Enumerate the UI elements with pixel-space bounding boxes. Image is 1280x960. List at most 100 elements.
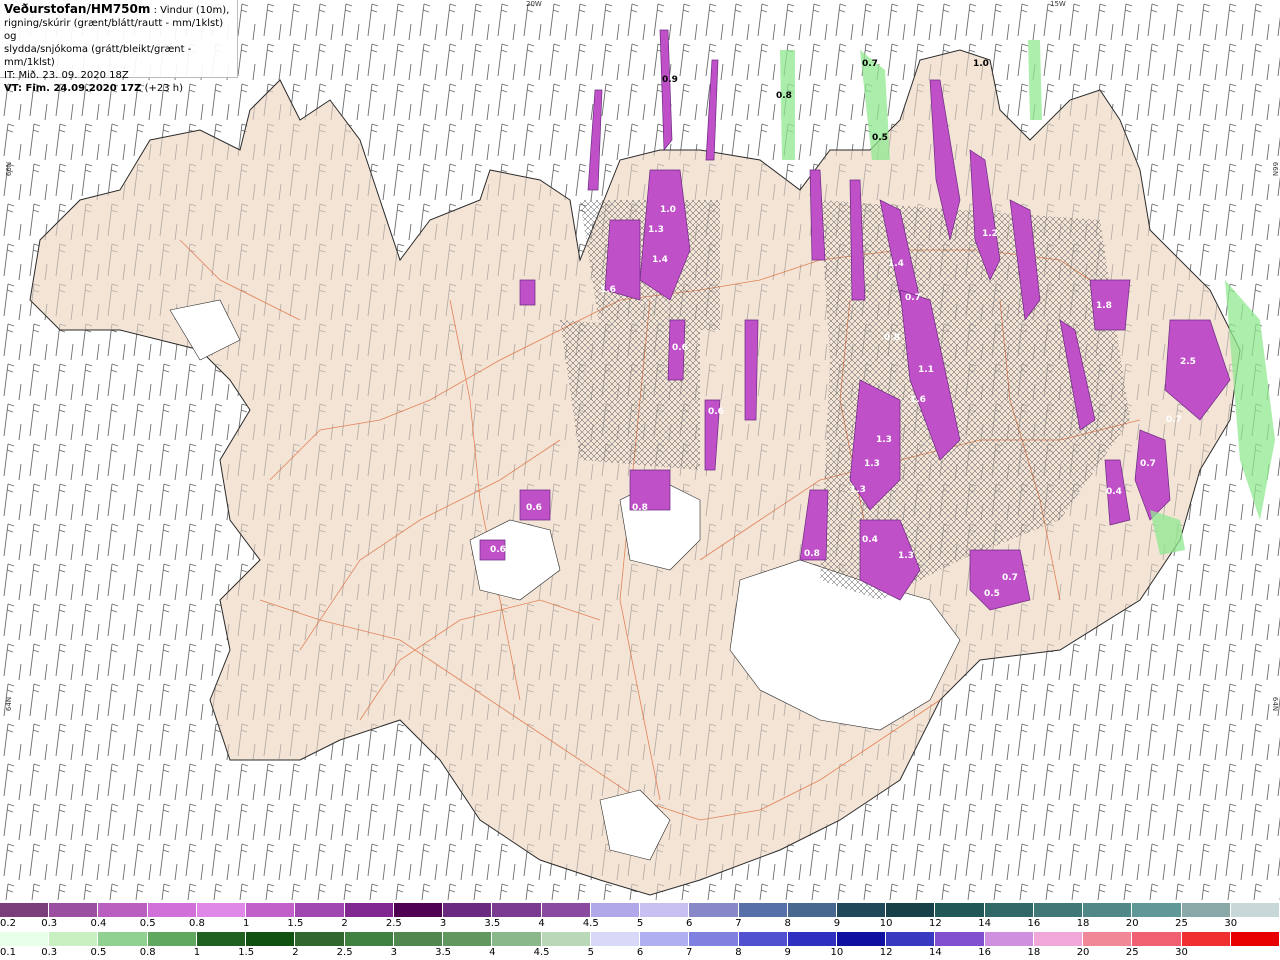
legend-swatch: [590, 932, 641, 946]
legend-tick-label: 30: [1224, 918, 1238, 929]
legend-tick-label: 0.5: [139, 918, 156, 929]
weather-map: 0.7 1.0 0.5 0.8 0.9 1.0 1.3 1.4 1.6 1.2 …: [0, 0, 1280, 900]
legend-tick-label: 0.3: [41, 947, 58, 958]
valid-time: VT: Fim. 24.09.2020 17Z: [4, 83, 142, 94]
legend-tick-label: 4.5: [582, 918, 599, 929]
legend-tick-label: 3.5: [484, 918, 501, 929]
precip-label: 1.3: [876, 435, 892, 445]
legend-swatch: [393, 932, 444, 946]
legend-tick-label: 3: [390, 947, 398, 958]
legend-swatch: [1230, 903, 1280, 917]
legend-swatch: [393, 903, 444, 917]
legend-swatch: [98, 903, 148, 917]
precip-label: 1.8: [1096, 301, 1112, 311]
legend-tick-label: 2.5: [385, 918, 402, 929]
lon-label-20w: 20W: [526, 0, 542, 8]
precip-label: 0.7: [1140, 459, 1156, 469]
legend-swatch: [1033, 903, 1084, 917]
lat-label-64n-left: 64N: [5, 696, 14, 712]
legend-swatch: [0, 932, 50, 946]
legend-swatch: [295, 932, 345, 946]
legend-tick-label: 8: [735, 947, 742, 958]
precip-label: 1.6: [600, 285, 616, 295]
legend-swatch: [196, 903, 247, 917]
legend-swatch: [984, 903, 1034, 917]
lat-label-64n-right: 64N: [1271, 696, 1280, 712]
legend-swatch: [590, 903, 641, 917]
legend-swatch: [689, 903, 739, 917]
legend-tick-label: 0.8: [188, 918, 205, 929]
source-title: Veðurstofan/HM750m: [4, 2, 151, 16]
legend-tick-label: 12: [929, 918, 942, 929]
precip-label: 1.4: [652, 255, 668, 265]
legend-swatch: [0, 903, 50, 917]
legend-tick-label: 25: [1175, 918, 1188, 929]
precip-label: 0.8: [632, 503, 648, 513]
legend-swatch: [295, 903, 345, 917]
lat-label-66n-left: 66N: [5, 161, 14, 177]
precip-label: 0.5: [984, 589, 1000, 599]
legend-snow-colorbar: [0, 903, 1280, 917]
precip-label: 0.7: [905, 293, 921, 303]
issue-time: IT: Mið. 23. 09. 2020 18Z: [4, 70, 129, 81]
precip-label: 1.3: [850, 485, 866, 495]
precip-label: 1.6: [910, 395, 926, 405]
lon-label-15w: 15W: [1050, 0, 1066, 8]
desc-line3: slydda/snjókoma (grátt/bleikt/grænt - mm…: [4, 44, 192, 68]
legend-swatch: [984, 932, 1034, 946]
precip-label: 1.2: [982, 229, 998, 239]
legend-swatch: [886, 903, 936, 917]
legend-swatch: [640, 903, 690, 917]
legend-swatch: [246, 932, 296, 946]
legend-rain-colorbar: [0, 932, 1280, 946]
legend-swatch: [738, 932, 788, 946]
legend-swatch: [1083, 903, 1133, 917]
legend-swatch: [246, 903, 296, 917]
legend-tick-label: 20: [1076, 947, 1090, 958]
legend-swatch: [738, 903, 788, 917]
legend-tick-label: 3: [439, 918, 447, 929]
legend-swatch: [492, 903, 542, 917]
legend-swatch: [443, 903, 493, 917]
precip-label: 0.6: [708, 407, 724, 417]
legend-swatch: [541, 932, 591, 946]
legend-tick-label: 18: [1027, 947, 1041, 958]
map-title-box: Veðurstofan/HM750m : Vindur (10m), rigni…: [0, 0, 238, 94]
precip-label: 1.3: [864, 459, 880, 469]
legend-swatch: [443, 932, 493, 946]
legend-swatch: [147, 932, 197, 946]
legend-tick-label: 10: [879, 918, 893, 929]
legend-tick-label: 0.5: [90, 947, 107, 958]
legend-tick-label: 5: [636, 918, 644, 929]
legend-swatch: [689, 932, 739, 946]
legend-swatch: [1083, 932, 1133, 946]
precip-label: 0.7: [1166, 415, 1182, 425]
precip-label: 1.4: [888, 259, 904, 269]
precip-label: 0.4: [1106, 487, 1122, 497]
precip-label: 0.7: [862, 59, 878, 69]
legend-tick-label: 14: [929, 947, 942, 958]
precip-label: 0.8: [884, 333, 900, 343]
precip-label: 1.1: [918, 365, 934, 375]
legend-swatch: [1132, 932, 1182, 946]
legend-tick-label: 0.1: [0, 947, 16, 958]
legend-tick-label: 9: [833, 918, 841, 929]
legend-tick-label: 7: [735, 918, 742, 929]
legend-tick-label: 30: [1175, 947, 1188, 958]
legend-tick-label: 2.5: [336, 947, 353, 958]
legend-tick-label: 16: [978, 947, 991, 958]
legend-swatch: [886, 932, 936, 946]
legend-swatch: [492, 932, 542, 946]
legend-snow-labels: 0.2 0.3 0.4 0.5 0.8 1 1.5 2 2.5 3 3.5 4 4.5 5 6 7 8 9 10 12…: [0, 918, 1280, 930]
lat-label-66n-right: 66N: [1271, 161, 1280, 177]
precip-label: 1.0: [973, 59, 989, 69]
precip-label: 0.7: [1002, 573, 1018, 583]
precip-label: 0.8: [804, 549, 820, 559]
legend-swatch: [935, 903, 985, 917]
legend-tick-label: 1: [242, 918, 250, 929]
legend-tick-label: 0.4: [90, 918, 107, 929]
legend-tick-label: 2: [341, 918, 348, 929]
legend-tick-label: 2: [292, 947, 299, 958]
legend-tick-label: 1.5: [238, 947, 255, 958]
legend-tick-label: 4: [538, 918, 545, 929]
